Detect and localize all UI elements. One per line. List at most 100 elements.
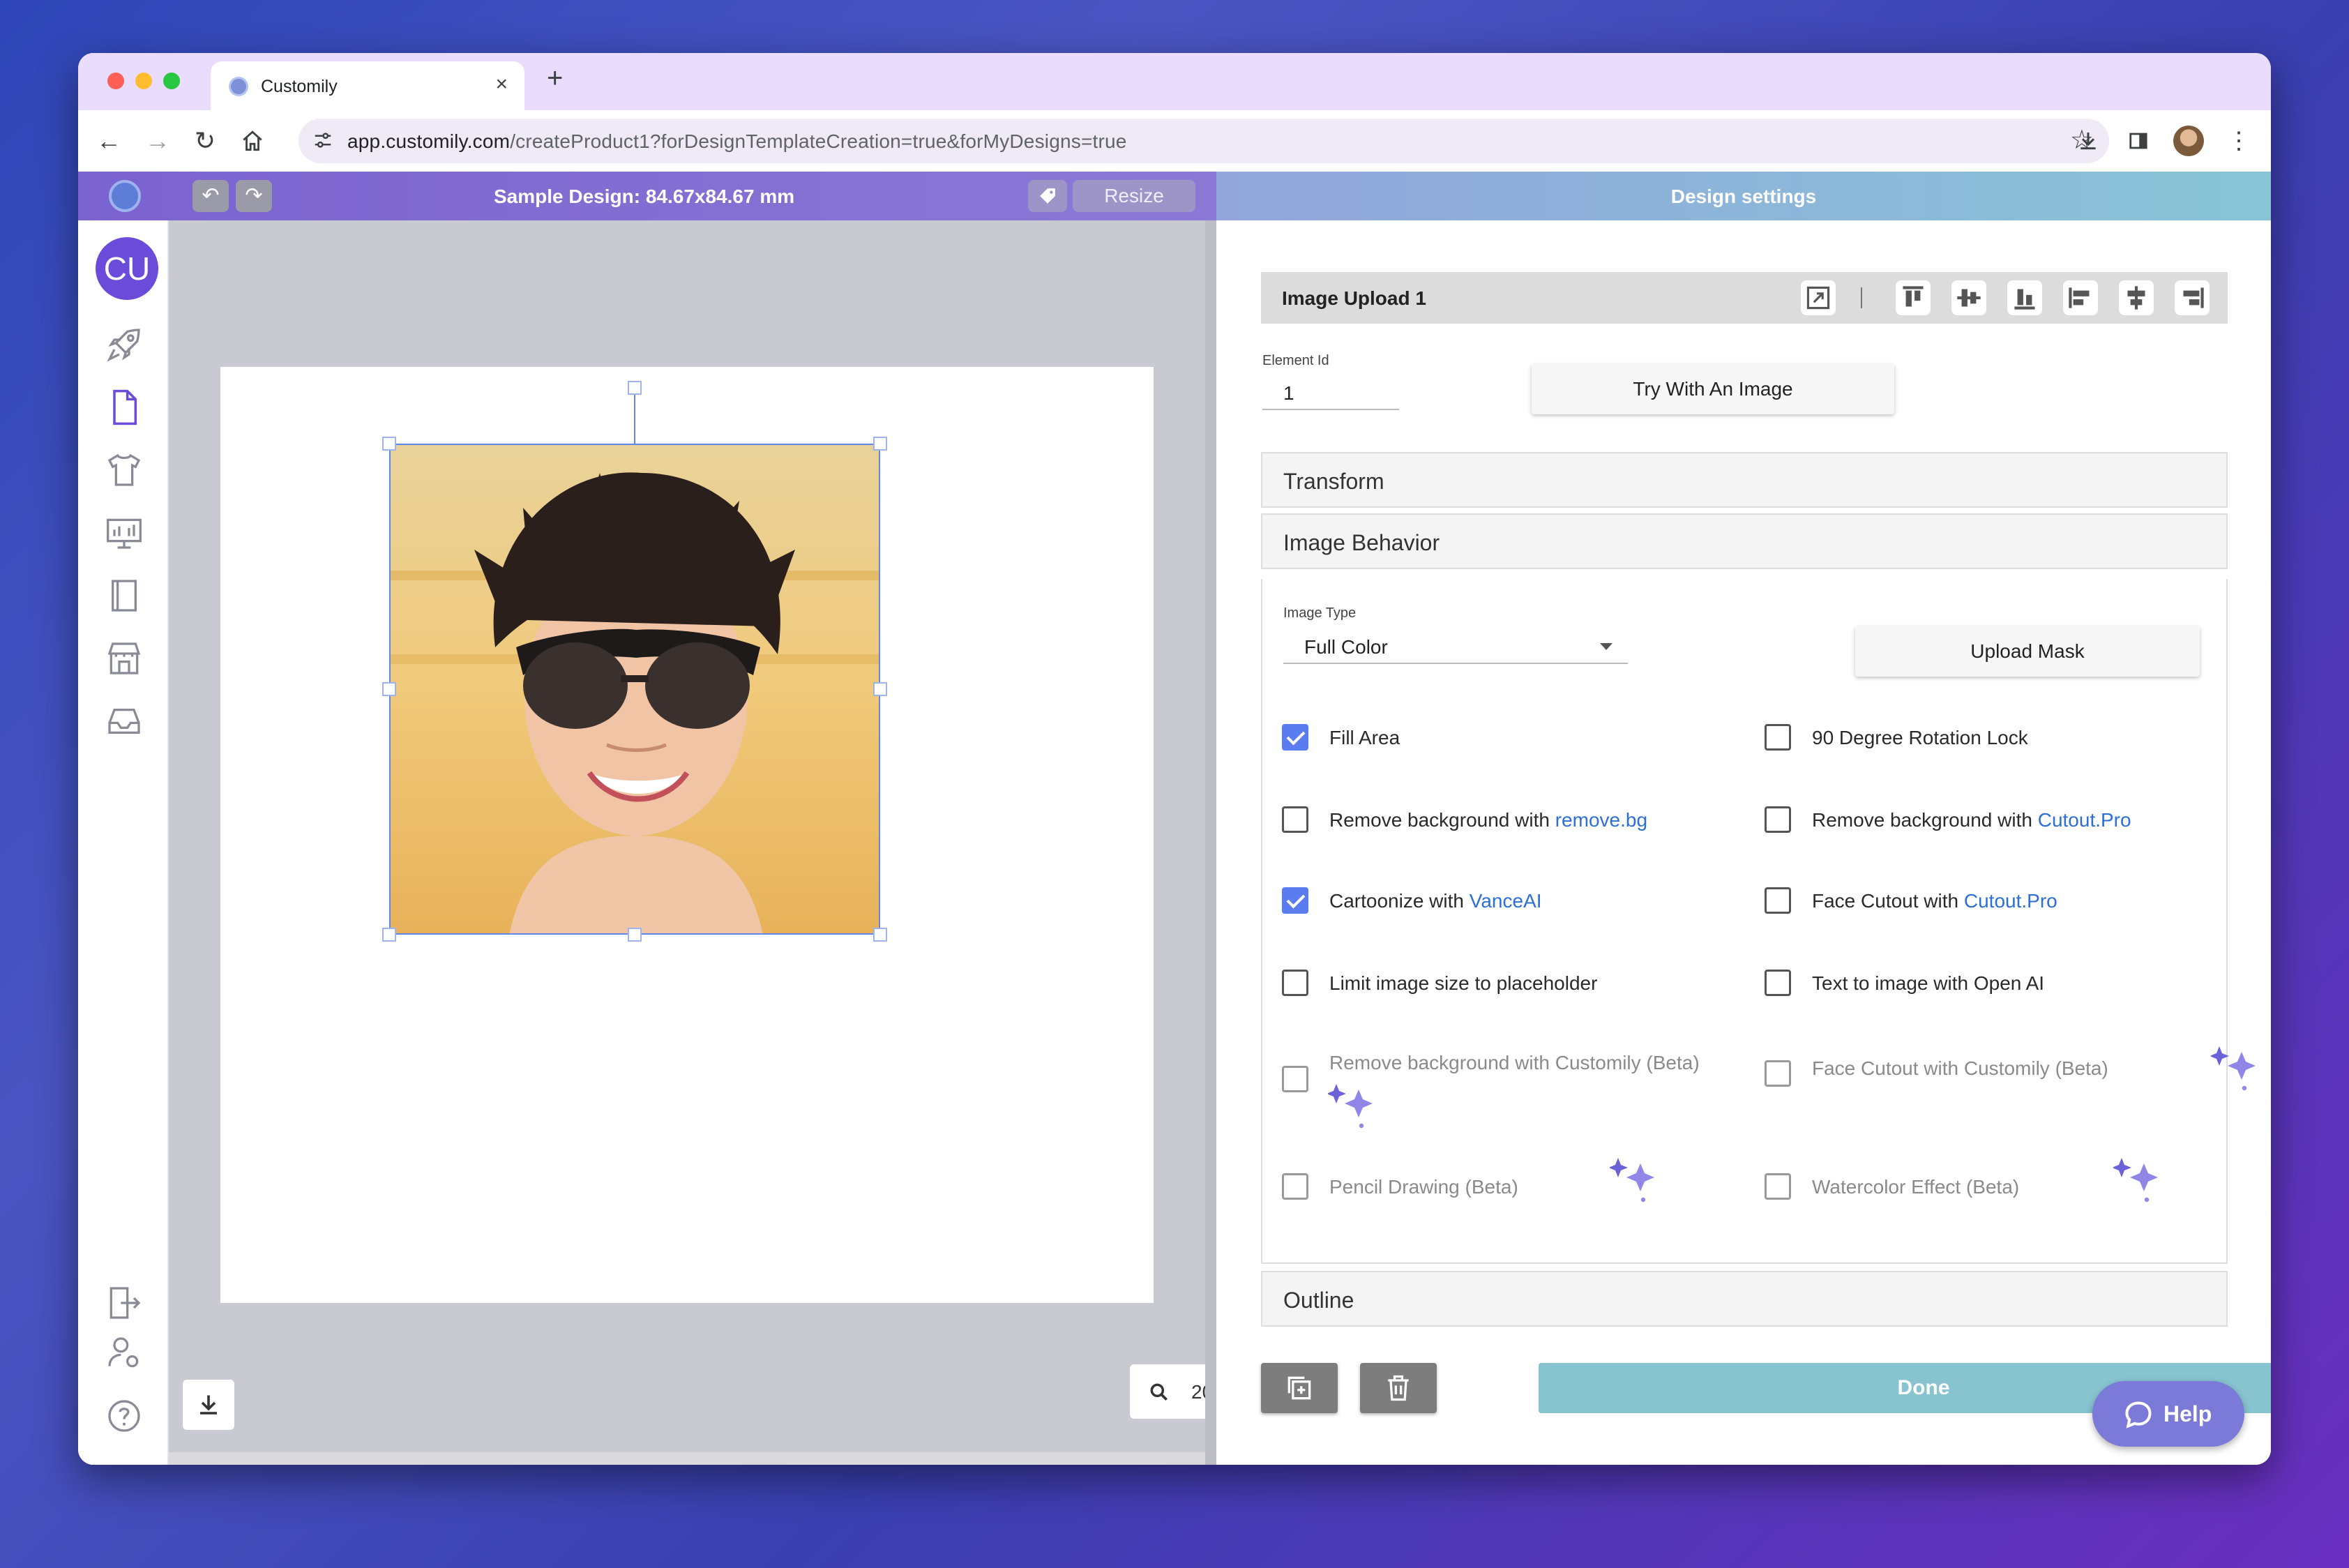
tag-icon [1040,188,1055,204]
removebg-link[interactable]: remove.bg [1555,809,1647,831]
resize-handle-br[interactable] [873,928,887,942]
resize-handle-bl[interactable] [382,928,396,942]
minimize-window-button[interactable] [135,73,152,89]
reload-button[interactable]: ↻ [188,124,222,158]
canvas-vertical-scrollbar[interactable] [1205,220,1216,1465]
duplicate-element-button[interactable] [1261,1363,1338,1413]
close-tab-icon[interactable]: × [495,73,508,96]
face-cutout-customily-label: Face Cutout with Customily (Beta) [1812,1057,2108,1079]
watercolor-checkbox[interactable] [1765,1173,1791,1200]
design-settings-panel: Image Upload 1 Element Id 1 Try With An … [1216,220,2271,1465]
upload-mask-button[interactable]: Upload Mask [1855,626,2200,677]
element-name: Image Upload 1 [1282,287,1426,309]
canvas-horizontal-scrollbar[interactable] [169,1452,1205,1465]
pencil-drawing-label: Pencil Drawing (Beta) [1329,1176,1518,1198]
undo-button[interactable]: ↶ [192,180,229,212]
maximize-window-button[interactable] [163,73,180,89]
help-button[interactable]: Help [2092,1381,2244,1447]
remove-bg-removebg-checkbox[interactable] [1282,806,1308,833]
align-center-icon[interactable] [2119,280,2154,315]
image-type-select[interactable]: Full Color [1283,626,1628,664]
document-icon[interactable] [105,388,144,427]
download-design-button[interactable] [183,1380,234,1430]
remove-bg-cutout-checkbox[interactable] [1765,806,1791,833]
customily-logo[interactable] [109,180,141,212]
back-button[interactable]: ← [92,124,126,158]
download-icon [200,1395,217,1415]
cartoonize-checkbox[interactable] [1282,887,1308,914]
align-right-icon[interactable] [2175,280,2210,315]
logout-icon[interactable] [105,1283,144,1322]
url-text: app.customily.com/createProduct1?forDesi… [347,130,1127,153]
redo-button[interactable]: ↷ [236,180,272,212]
favicon-icon [229,77,248,96]
delete-element-button[interactable] [1360,1363,1437,1413]
ai-sparkle-icon [1610,1158,1654,1203]
forward-button[interactable]: → [141,124,174,158]
store-icon[interactable] [105,639,144,678]
profile-avatar[interactable] [2173,126,2204,156]
site-settings-icon[interactable] [312,130,333,151]
outline-section-title: Outline [1283,1288,1354,1313]
user-avatar[interactable]: CU [96,237,158,300]
side-panel-icon[interactable] [2122,123,2155,159]
browser-menu-icon[interactable]: ⋮ [2222,123,2256,159]
face-cutout-prefix: Face Cutout with [1812,890,1964,912]
book-icon[interactable] [105,576,144,615]
address-bar[interactable]: app.customily.com/createProduct1?forDesi… [299,119,2109,163]
download-icon[interactable] [2071,123,2105,159]
resize-handle-tr[interactable] [873,437,887,451]
new-tab-button[interactable]: + [547,63,563,94]
resize-handle-bm[interactable] [628,928,642,942]
align-middle-icon[interactable] [1951,280,1986,315]
align-bottom-icon[interactable] [2007,280,2042,315]
vanceai-link[interactable]: VanceAI [1470,890,1542,912]
inbox-icon[interactable] [105,702,144,741]
face-cutout-checkbox[interactable] [1765,887,1791,914]
limit-size-checkbox[interactable] [1282,970,1308,996]
try-with-image-button[interactable]: Try With An Image [1532,364,1894,414]
resize-handle-ml[interactable] [382,682,396,696]
pencil-drawing-checkbox[interactable] [1282,1173,1308,1200]
fill-area-checkbox[interactable] [1282,724,1308,751]
image-type-value: Full Color [1304,636,1388,658]
cartoon-portrait-image [391,445,879,933]
align-top-icon[interactable] [1896,280,1931,315]
ai-sparkle-icon [2211,1046,2256,1091]
image-behavior-section[interactable]: Image Behavior [1261,513,2228,569]
resize-handle-tl[interactable] [382,437,396,451]
account-settings-icon[interactable] [105,1334,144,1373]
element-id-input[interactable]: 1 [1262,374,1399,410]
rocket-icon[interactable] [105,325,144,364]
outline-section[interactable]: Outline [1261,1271,2228,1327]
rotation-lock-label: 90 Degree Rotation Lock [1812,727,2028,748]
help-circle-icon[interactable] [105,1396,144,1435]
browser-toolbar: ← → ↻ app.customily.com/createProduct1?f… [78,110,2271,172]
align-left-icon[interactable] [2063,280,2098,315]
tshirt-icon[interactable] [105,451,144,490]
text-to-image-checkbox[interactable] [1765,970,1791,996]
resize-handle-mr[interactable] [873,682,887,696]
watercolor-label: Watercolor Effect (Beta) [1812,1176,2020,1198]
rotate-handle[interactable] [628,381,642,395]
tab-title: Customily [261,77,338,96]
remove-bg-customily-checkbox[interactable] [1282,1066,1308,1092]
image-behavior-section-title: Image Behavior [1283,530,1440,555]
resize-button[interactable]: Resize [1073,180,1195,212]
image-upload-placeholder[interactable] [389,444,880,935]
search-icon [1150,1383,1168,1401]
rotation-lock-checkbox[interactable] [1765,724,1791,751]
tag-button[interactable] [1028,180,1067,212]
close-window-button[interactable] [107,73,124,89]
monitor-chart-icon[interactable] [105,513,144,552]
transform-section[interactable]: Transform [1261,452,2228,508]
trash-icon [1388,1375,1409,1401]
browser-tab[interactable]: Customily × [211,61,524,110]
fill-area-label: Fill Area [1329,727,1400,748]
face-cutoutpro-link[interactable]: Cutout.Pro [1964,890,2057,912]
remove-bg-cutout-label: Remove background with Cutout.Pro [1812,809,2131,831]
fit-to-canvas-icon[interactable] [1801,280,1836,315]
face-cutout-customily-checkbox[interactable] [1765,1060,1791,1087]
cutoutpro-link[interactable]: Cutout.Pro [2038,809,2131,831]
home-button[interactable] [236,124,269,158]
